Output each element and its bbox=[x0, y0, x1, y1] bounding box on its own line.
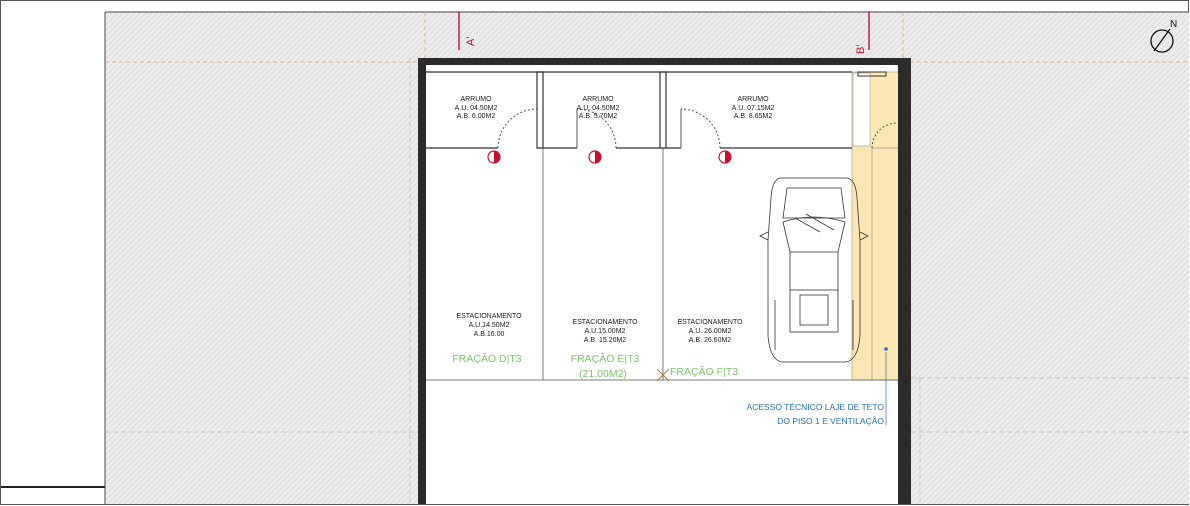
detector-icon bbox=[487, 150, 501, 164]
fraction-label: FRAÇÃO F|T3 bbox=[670, 365, 738, 378]
svg-text:B': B' bbox=[855, 45, 867, 54]
svg-text:ARRUMO: ARRUMO bbox=[582, 96, 614, 103]
svg-text:ESTACIONAMENTO: ESTACIONAMENTO bbox=[677, 319, 743, 326]
fraction-label: FRAÇÃO D|T3 bbox=[452, 352, 521, 365]
svg-text:ARRUMO: ARRUMO bbox=[460, 96, 492, 103]
svg-text:A.B. 15.20M2: A.B. 15.20M2 bbox=[584, 337, 627, 344]
svg-text:A.U.15.00M2: A.U.15.00M2 bbox=[585, 328, 626, 335]
svg-text:DO PISO 1 E VENTILAÇÃO: DO PISO 1 E VENTILAÇÃO bbox=[777, 416, 884, 426]
svg-text:ESTACIONAMENTO: ESTACIONAMENTO bbox=[456, 313, 522, 320]
hatched-area-top bbox=[105, 12, 1189, 58]
hatched-area-left bbox=[105, 58, 418, 504]
svg-text:A.U. 04.50M2: A.U. 04.50M2 bbox=[455, 105, 498, 112]
detector-icon bbox=[718, 150, 732, 164]
svg-text:ESTACIONAMENTO: ESTACIONAMENTO bbox=[572, 319, 638, 326]
storage-room-1: ARRUMO A.U. 04.50M2 A.B. 6.00M2 bbox=[455, 96, 498, 120]
floor-plan: A' B' N ARRUMO A.U. 04.50M2 A.B. 6.00M2 … bbox=[0, 0, 1189, 505]
svg-text:A.U. 07.15M2: A.U. 07.15M2 bbox=[732, 105, 775, 112]
svg-text:A.U. 26.00M2: A.U. 26.00M2 bbox=[689, 328, 732, 335]
svg-text:N: N bbox=[1170, 19, 1177, 30]
svg-text:ACESSO TÉCNICO LAJE DE TETO: ACESSO TÉCNICO LAJE DE TETO bbox=[747, 402, 885, 412]
svg-text:A.B. 8.65M2: A.B. 8.65M2 bbox=[734, 113, 773, 120]
svg-text:A.B.16.00: A.B.16.00 bbox=[474, 331, 505, 338]
detector-icon bbox=[588, 150, 602, 164]
svg-text:A.U.14.50M2: A.U.14.50M2 bbox=[469, 322, 510, 329]
svg-text:ARRUMO: ARRUMO bbox=[737, 96, 769, 103]
svg-text:A.B. 26.60M2: A.B. 26.60M2 bbox=[689, 337, 732, 344]
fraction-area: (21.00M2) bbox=[579, 368, 627, 380]
storage-room-3: ARRUMO A.U. 07.15M2 A.B. 8.65M2 bbox=[732, 96, 775, 120]
svg-text:A': A' bbox=[465, 37, 477, 46]
svg-text:A.U. 04.50M2: A.U. 04.50M2 bbox=[577, 105, 620, 112]
storage-room-2: ARRUMO A.U. 04.50M2 A.B. 5.70M2 bbox=[577, 96, 620, 120]
hatched-area-right bbox=[911, 58, 1189, 504]
fraction-label: FRAÇÃO E|T3 bbox=[571, 352, 640, 365]
svg-text:A.B. 5.70M2: A.B. 5.70M2 bbox=[579, 113, 618, 120]
svg-text:A.B. 6.00M2: A.B. 6.00M2 bbox=[457, 113, 496, 120]
